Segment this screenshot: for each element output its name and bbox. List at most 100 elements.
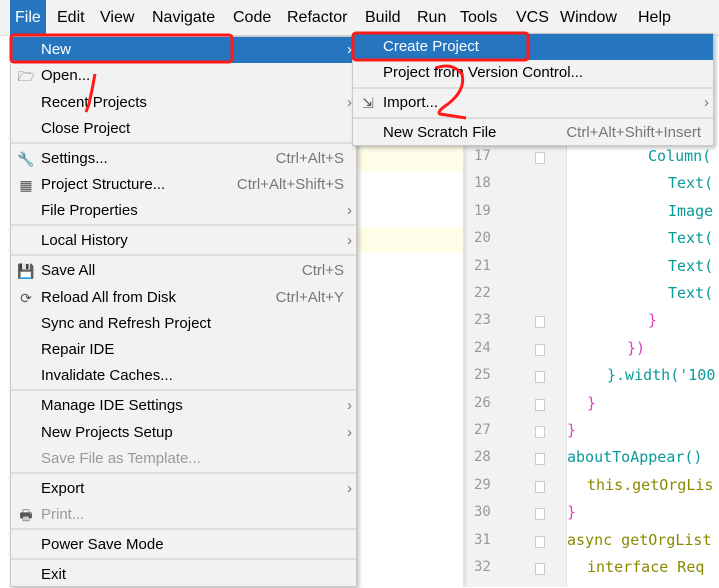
menu-view[interactable]: View xyxy=(95,0,139,36)
import-icon: ⇲ xyxy=(362,95,374,111)
menu-item-label: Invalidate Caches... xyxy=(41,367,173,384)
menu-window[interactable]: Window xyxy=(555,0,622,36)
menu-item-invalidate-caches[interactable]: Invalidate Caches... xyxy=(11,363,356,389)
fold-marker-icon[interactable] xyxy=(535,508,545,521)
code-line: Text( xyxy=(668,284,714,302)
shortcut-label: Ctrl+Alt+Shift+S xyxy=(236,176,344,193)
chevron-right-icon: › xyxy=(347,424,352,441)
line-number: 18 xyxy=(474,175,491,192)
menu-item-label: Recent Projects xyxy=(41,94,147,111)
code-line: } xyxy=(567,503,577,522)
reload-icon: ⟳ xyxy=(20,290,32,306)
menu-item-recent-projects[interactable]: Recent Projects › xyxy=(11,90,356,116)
menu-item-save-file-as-template[interactable]: Save File as Template... xyxy=(11,446,356,472)
menu-edit[interactable]: Edit xyxy=(52,0,90,36)
shortcut-label: Ctrl+S xyxy=(301,262,344,279)
menu-item-reload-all-from-disk[interactable]: ⟳ Reload All from Disk Ctrl+Alt+Y xyxy=(11,285,356,311)
menu-item-close-project[interactable]: Close Project xyxy=(11,116,356,142)
fold-marker-icon[interactable] xyxy=(535,535,545,548)
menu-item-label: New Projects Setup xyxy=(41,424,173,441)
save-icon: 💾 xyxy=(17,263,35,279)
code-line: Image xyxy=(668,201,714,220)
menu-item-label: Print... xyxy=(41,506,85,523)
menu-item-repair-ide[interactable]: Repair IDE xyxy=(11,337,356,363)
code-line: aboutToAppear() xyxy=(567,448,703,467)
menu-item-create-project[interactable]: Create Project xyxy=(353,34,713,60)
menu-item-project-structure[interactable]: ▦ Project Structure... Ctrl+Alt+Shift+S xyxy=(11,172,356,198)
menu-item-new-scratch-file[interactable]: New Scratch File Ctrl+Alt+Shift+Insert xyxy=(353,120,713,146)
menu-item-local-history[interactable]: Local History › xyxy=(11,228,356,254)
menu-item-new-projects-setup[interactable]: New Projects Setup › xyxy=(11,420,356,446)
menu-file[interactable]: File xyxy=(10,0,46,36)
menu-run[interactable]: Run xyxy=(412,0,451,36)
menu-item-label: New xyxy=(41,41,72,58)
menu-item-open[interactable]: 🗁 Open... xyxy=(11,63,356,89)
menu-item-new[interactable]: New › xyxy=(11,37,356,63)
menu-item-label: Reload All from Disk xyxy=(41,289,177,306)
menu-item-export[interactable]: Export › xyxy=(11,476,356,502)
line-number: 24 xyxy=(474,339,491,356)
code-line: this.getOrgLis xyxy=(587,475,714,494)
chevron-right-icon: › xyxy=(347,480,352,497)
menu-item-print[interactable]: 🖶 Print... xyxy=(11,502,356,528)
menu-item-project-from-version-control[interactable]: Project from Version Control... xyxy=(353,60,713,86)
fold-marker-icon[interactable] xyxy=(535,426,545,438)
menu-help[interactable]: Help xyxy=(633,0,676,36)
menu-vcs[interactable]: VCS xyxy=(511,0,554,36)
menu-navigate[interactable]: Navigate xyxy=(147,0,220,36)
menu-item-manage-ide-settings[interactable]: Manage IDE Settings › xyxy=(11,393,356,419)
code-line: } xyxy=(648,311,658,330)
wrench-icon: 🔧 xyxy=(17,151,35,167)
chevron-right-icon: › xyxy=(704,94,709,111)
fold-marker-icon[interactable] xyxy=(535,343,545,356)
code-line: }) xyxy=(627,338,646,357)
menu-item-save-all[interactable]: 💾 Save All Ctrl+S xyxy=(11,258,356,284)
structure-panel xyxy=(357,146,467,587)
menu-item-power-save-mode[interactable]: Power Save Mode xyxy=(11,532,356,558)
menu-item-sync-and-refresh-project[interactable]: Sync and Refresh Project xyxy=(11,311,356,337)
fold-marker-icon[interactable] xyxy=(535,480,545,493)
code-line: interface Req xyxy=(587,558,705,576)
fold-marker-icon[interactable] xyxy=(535,371,545,384)
shortcut-label: Ctrl+Alt+Y xyxy=(275,289,344,306)
menu-item-label: Export xyxy=(41,480,85,497)
menu-build[interactable]: Build xyxy=(360,0,406,36)
menu-item-label: Create Project xyxy=(383,38,479,55)
code-line: } xyxy=(587,393,597,412)
menu-item-label: Power Save Mode xyxy=(41,536,164,553)
line-number: 31 xyxy=(474,531,491,548)
fold-marker-icon[interactable] xyxy=(535,316,545,329)
code-line: } xyxy=(567,421,577,439)
fold-marker-icon[interactable] xyxy=(535,152,545,164)
menu-tools[interactable]: Tools xyxy=(455,0,502,36)
menu-item-exit[interactable]: Exit xyxy=(11,562,356,588)
menu-separator xyxy=(11,528,356,530)
menu-separator xyxy=(11,389,356,391)
chevron-right-icon: › xyxy=(347,232,352,249)
code-line: Text( xyxy=(668,256,714,275)
menu-item-label: Open... xyxy=(41,67,91,84)
fold-marker-icon[interactable] xyxy=(535,398,545,411)
line-number: 26 xyxy=(474,394,491,411)
line-number: 17 xyxy=(474,148,491,164)
line-number: 23 xyxy=(474,312,491,329)
code-line: Text( xyxy=(668,229,714,248)
menu-item-settings[interactable]: 🔧 Settings... Ctrl+Alt+S xyxy=(11,146,356,172)
menu-bar: File Edit View Navigate Code Refactor Build Run… xyxy=(0,0,719,36)
line-number: 30 xyxy=(474,504,491,521)
menu-item-import[interactable]: ⇲ Import... › xyxy=(353,90,713,116)
menu-item-file-properties[interactable]: File Properties › xyxy=(11,198,356,224)
folder-open-icon: 🗁 xyxy=(17,68,35,84)
menu-item-label: Settings... xyxy=(41,150,108,167)
menu-item-label: Import... xyxy=(383,94,439,111)
fold-marker-icon[interactable] xyxy=(535,453,545,466)
line-number: 32 xyxy=(474,559,491,575)
line-number: 29 xyxy=(474,476,491,493)
menu-item-label: Exit xyxy=(41,566,67,583)
menu-refactor[interactable]: Refactor xyxy=(282,0,352,36)
highlight-row xyxy=(357,146,463,172)
print-icon: 🖶 xyxy=(19,507,33,523)
shortcut-label: Ctrl+Alt+Shift+Insert xyxy=(566,124,701,141)
fold-marker-icon[interactable] xyxy=(535,563,545,575)
menu-code[interactable]: Code xyxy=(228,0,276,36)
